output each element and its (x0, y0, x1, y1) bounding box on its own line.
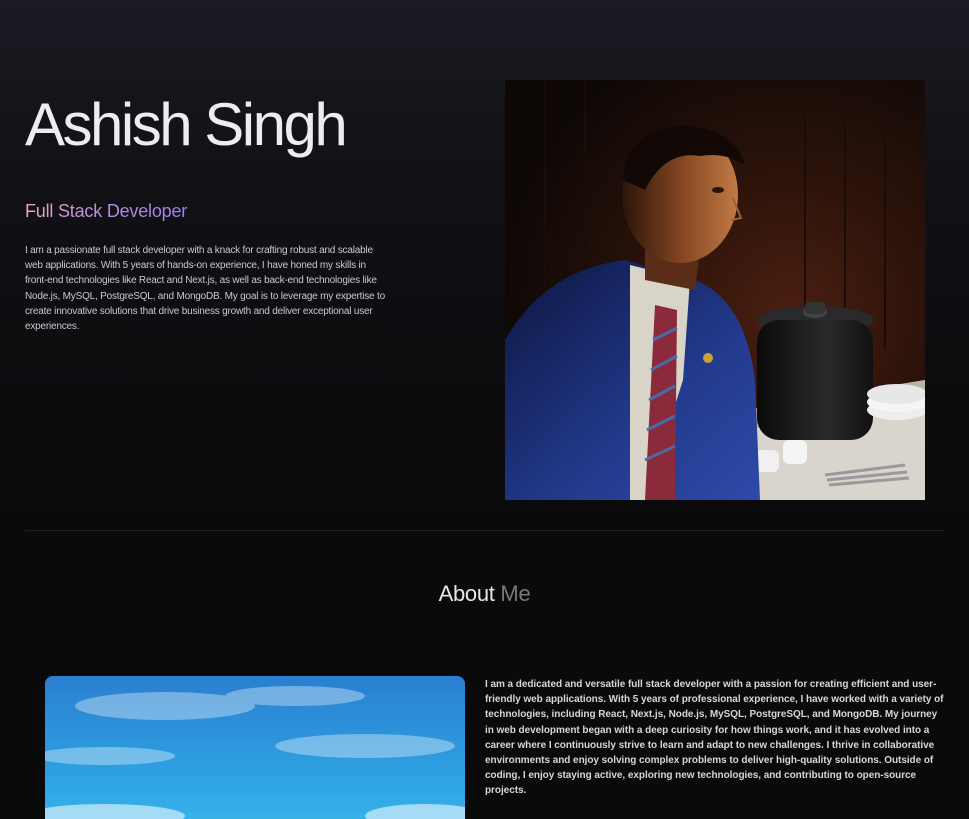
hero-name: Ashish Singh (25, 91, 348, 158)
portfolio-page: Ashish Singh Full Stack Developer I am a… (0, 0, 969, 819)
about-heading-primary: About (438, 581, 495, 606)
about-heading-secondary: Me (500, 581, 531, 606)
profile-photo (505, 80, 925, 500)
hero-bio: I am a passionate full stack developer w… (25, 245, 385, 333)
section-divider (25, 530, 944, 531)
about-heading: About Me (0, 580, 969, 608)
hero-role: Full Stack Developer (25, 201, 188, 221)
about-photo (45, 676, 465, 819)
about-text: I am a dedicated and versatile full stac… (485, 679, 944, 797)
